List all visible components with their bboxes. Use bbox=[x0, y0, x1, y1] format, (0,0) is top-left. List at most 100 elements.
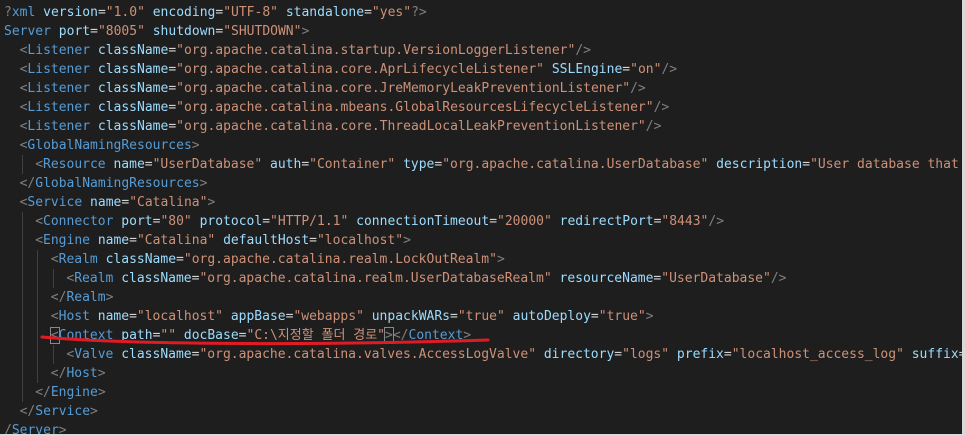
code-line[interactable]: <Resource name="UserDatabase" auth="Cont… bbox=[35, 155, 965, 174]
token-val: "HTTP/1.1" bbox=[270, 214, 349, 229]
token-punc: ? bbox=[4, 5, 12, 20]
indent-guide bbox=[21, 155, 23, 174]
token-attr: className bbox=[121, 271, 192, 286]
token-val: "C:\지정할 폴더 경로" bbox=[246, 328, 386, 343]
token-attr: port bbox=[58, 24, 91, 39]
token-text: = bbox=[262, 214, 271, 229]
code-line[interactable]: <Service name="Catalina"> bbox=[20, 193, 216, 212]
token-val: "org.apache.catalina.realm.LockOutRealm" bbox=[183, 252, 497, 267]
token-punc: > bbox=[97, 366, 106, 381]
token-punc: > bbox=[199, 176, 208, 191]
code-line[interactable]: <Realm className="org.apache.catalina.re… bbox=[66, 269, 786, 288]
token-val: "UserDatabase" bbox=[661, 271, 771, 286]
token-text: = bbox=[215, 24, 224, 39]
token-punc: < bbox=[50, 309, 59, 324]
code-line[interactable]: <Listener className="org.apache.catalina… bbox=[20, 117, 662, 136]
token-text: = bbox=[97, 5, 106, 20]
token-val: "localhost_access_log" bbox=[731, 347, 904, 362]
code-line[interactable]: <Valve className="org.apache.catalina.va… bbox=[66, 345, 965, 364]
code-line[interactable]: </GlobalNamingResources> bbox=[20, 174, 208, 193]
token-attr: className bbox=[105, 252, 177, 267]
token-attr: name bbox=[97, 309, 130, 324]
indent-guide bbox=[21, 383, 23, 402]
token-val: "User database that can bbox=[810, 157, 959, 172]
token-attr: encoding bbox=[152, 5, 216, 20]
token-val: "8005" bbox=[97, 24, 145, 39]
token-punc: > bbox=[645, 309, 654, 324]
code-line[interactable]: ?xml version="1.0" encoding="UTF-8" stan… bbox=[4, 3, 427, 22]
indent-guide bbox=[21, 250, 23, 269]
token-val: "org.apache.catalina.core.AprLifecycleLi… bbox=[176, 62, 545, 77]
code-line[interactable]: <Context path="" docBase="C:\지정할 폴더 경로">… bbox=[49, 326, 472, 345]
token-tag: Listener bbox=[27, 62, 91, 77]
code-line[interactable]: </Realm> bbox=[51, 288, 114, 307]
indent-guide bbox=[52, 345, 54, 364]
token-tag: Service bbox=[27, 195, 83, 210]
token-attr: className bbox=[97, 43, 169, 58]
token-attr: suffix bbox=[911, 347, 959, 362]
code-line[interactable]: <Connector port="80" protocol="HTTP/1.1"… bbox=[35, 212, 724, 231]
token-attr: autoDeploy bbox=[512, 309, 591, 324]
token-val: "SHUTDOWN" bbox=[223, 24, 302, 39]
code-line[interactable]: <Engine name="Catalina" defaultHost="loc… bbox=[35, 231, 411, 250]
token-tag: Engine bbox=[50, 385, 98, 400]
code-line[interactable]: <Host name="localhost" appBase="webapps"… bbox=[51, 307, 654, 326]
token-attr: resourceName bbox=[559, 271, 654, 286]
code-line[interactable]: </Service> bbox=[20, 402, 98, 421]
token-punc: > bbox=[97, 385, 106, 400]
token-attr: name bbox=[90, 195, 122, 210]
token-punc: /> bbox=[645, 119, 662, 134]
token-attr: unpackWARs bbox=[371, 309, 451, 324]
code-line[interactable]: <Listener className="org.apache.catalina… bbox=[20, 79, 646, 98]
token-attr: redirectPort bbox=[559, 214, 654, 229]
token-attr: description bbox=[716, 157, 803, 172]
token-tag: Engine bbox=[43, 233, 90, 248]
code-line[interactable]: Server port="8005" shutdown="SHUTDOWN"> bbox=[4, 22, 309, 41]
code-line[interactable]: </Engine> bbox=[35, 383, 105, 402]
token-val: "org.apache.catalina.valves.AccessLogVal… bbox=[199, 347, 537, 362]
token-punc: </ bbox=[392, 328, 409, 343]
indent-guide bbox=[37, 250, 39, 269]
code-line[interactable]: <Listener className="org.apache.catalina… bbox=[20, 98, 670, 117]
indent-guide bbox=[21, 212, 23, 231]
code-line[interactable]: <GlobalNamingResources> bbox=[20, 136, 200, 155]
token-attr: SSLEngine bbox=[551, 62, 623, 77]
code-line[interactable]: <Realm className="org.apache.catalina.re… bbox=[51, 250, 505, 269]
indent-guide bbox=[37, 288, 39, 307]
code-editor[interactable]: ?xml version="1.0" encoding="UTF-8" stan… bbox=[0, 0, 965, 436]
token-text: = bbox=[168, 100, 177, 115]
token-val: "org.apache.catalina.UserDatabase" bbox=[442, 157, 709, 172]
token-val: "Catalina" bbox=[129, 195, 208, 210]
code-line[interactable]: <Listener className="org.apache.catalina… bbox=[20, 60, 678, 79]
token-punc: > bbox=[463, 328, 472, 343]
token-text: = bbox=[90, 24, 98, 39]
token-val: "org.apache.catalina.realm.UserDatabaseR… bbox=[199, 271, 552, 286]
token-val: "Catalina" bbox=[136, 233, 216, 248]
token-tag: Valve bbox=[74, 347, 114, 362]
token-attr: defaultHost bbox=[223, 233, 310, 248]
token-punc: </ bbox=[35, 385, 51, 400]
code-line[interactable]: <Listener className="org.apache.catalina… bbox=[20, 41, 591, 60]
token-punc: /> bbox=[575, 43, 591, 58]
token-val: "80" bbox=[160, 214, 192, 229]
token-tag: Listener bbox=[27, 43, 91, 58]
token-attr: standalone bbox=[285, 5, 365, 20]
token-attr: port bbox=[121, 214, 153, 229]
token-val: "8443" bbox=[661, 214, 709, 229]
code-line[interactable]: </Host> bbox=[51, 364, 106, 383]
token-punc: > bbox=[191, 138, 200, 153]
token-val: "on" bbox=[630, 62, 662, 77]
